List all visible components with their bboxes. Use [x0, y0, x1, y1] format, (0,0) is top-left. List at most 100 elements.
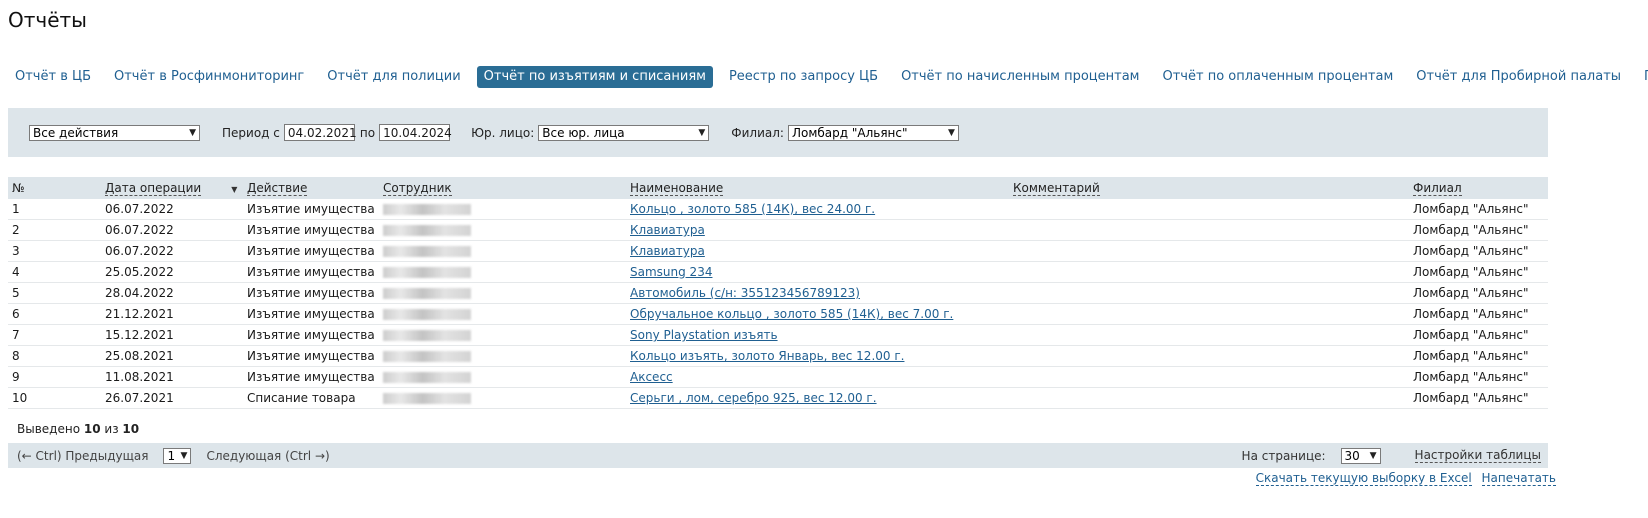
employee-name-redacted — [379, 345, 626, 367]
item-link[interactable]: Автомобиль (с/н: 355123456789123) — [630, 286, 860, 300]
per-page-select[interactable]: 30 ▼ — [1340, 447, 1381, 464]
operation-branch: Ломбард "Альянс" — [1409, 219, 1548, 241]
sort-desc-icon[interactable]: ▼ — [231, 185, 237, 194]
item-link[interactable]: Клавиатура — [630, 244, 705, 258]
entity-select[interactable]: Все юр. лица ▼ — [538, 124, 710, 141]
export-links: Скачать текущую выборку в Excel Напечата… — [1255, 471, 1556, 486]
item-link[interactable]: Кольцо изъять, золото Январь, вес 12.00 … — [630, 349, 904, 363]
tab-rosfinmonitoring-report[interactable]: Отчёт в Росфинмониторинг — [107, 66, 311, 88]
operation-comment — [1009, 303, 1409, 325]
row-number: 1 — [8, 199, 101, 220]
tab-giis-dmdk[interactable]: ГИИС ДМДК — [1637, 66, 1648, 88]
operation-branch: Ломбард "Альянс" — [1409, 282, 1548, 304]
tab-accrued-interest-report[interactable]: Отчёт по начисленным процентам — [894, 66, 1146, 88]
operation-branch: Ломбард "Альянс" — [1409, 261, 1548, 283]
operation-comment — [1009, 240, 1409, 262]
redacted-blur — [383, 351, 471, 362]
column-item-name-label[interactable]: Наименование — [630, 181, 724, 196]
download-excel-link[interactable]: Скачать текущую выборку в Excel — [1255, 471, 1472, 486]
tab-cb-request-registry[interactable]: Реестр по запросу ЦБ — [722, 66, 885, 88]
row-number: 9 — [8, 366, 101, 388]
period-label: Период с — [222, 125, 280, 140]
entity-select-value: Все юр. лица — [542, 125, 625, 140]
operation-comment — [1009, 324, 1409, 346]
action-select[interactable]: Все действия ▼ — [29, 124, 200, 141]
employee-name-redacted — [379, 240, 626, 262]
page-number-select[interactable]: 1 ▼ — [163, 447, 192, 464]
tab-seizures-writeoffs-report[interactable]: Отчёт по изъятиям и списаниям — [476, 66, 713, 88]
operation-comment — [1009, 282, 1409, 304]
chevron-down-icon: ▼ — [1369, 450, 1377, 461]
column-branch[interactable]: Филиал — [1409, 177, 1548, 199]
tab-cb-report[interactable]: Отчёт в ЦБ — [8, 66, 98, 88]
filter-panel: Все действия ▼ Период с 04.02.2021 по 10… — [8, 108, 1548, 157]
column-comment[interactable]: Комментарий — [1009, 177, 1409, 199]
column-action[interactable]: Действие — [243, 177, 379, 199]
results-total: 10 — [122, 422, 140, 436]
item-link[interactable]: Серьги , лом, серебро 925, вес 12.00 г. — [630, 391, 877, 405]
operation-branch: Ломбард "Альянс" — [1409, 345, 1548, 367]
date-from-field[interactable]: 04.02.2021 — [283, 124, 357, 141]
operation-action: Изъятие имущества — [243, 199, 379, 220]
operation-date: 06.07.2022 — [101, 219, 243, 241]
redacted-blur — [383, 372, 471, 383]
prev-page-button[interactable]: (← Ctrl) Предыдущая — [17, 449, 148, 463]
tab-police-report[interactable]: Отчёт для полиции — [320, 66, 467, 88]
redacted-blur — [383, 225, 471, 236]
item-link[interactable]: Кольцо , золото 585 (14К), вес 24.00 г. — [630, 202, 875, 216]
operation-branch: Ломбард "Альянс" — [1409, 366, 1548, 388]
operation-date: 21.12.2021 — [101, 303, 243, 325]
row-number: 7 — [8, 324, 101, 346]
employee-name-redacted — [379, 219, 626, 241]
redacted-blur — [383, 393, 471, 404]
row-number: 2 — [8, 219, 101, 241]
per-page-value: 30 — [1344, 448, 1360, 463]
item-link[interactable]: Samsung 234 — [630, 265, 712, 279]
operation-action: Изъятие имущества — [243, 324, 379, 346]
print-link[interactable]: Напечатать — [1481, 471, 1556, 486]
column-item-name[interactable]: Наименование — [626, 177, 1009, 199]
operation-comment — [1009, 387, 1409, 409]
item-name-cell: Кольцо , золото 585 (14К), вес 24.00 г. — [626, 199, 1009, 220]
results-shown: 10 — [83, 422, 101, 436]
item-link[interactable]: Аксесс — [630, 370, 673, 384]
table-row: 3 06.07.2022 Изъятие имущества Клавиатур… — [8, 240, 1548, 262]
operation-action: Списание товара — [243, 387, 379, 409]
column-employee[interactable]: Сотрудник — [379, 177, 626, 199]
operation-comment — [1009, 345, 1409, 367]
column-branch-label[interactable]: Филиал — [1413, 181, 1462, 196]
item-name-cell: Кольцо изъять, золото Январь, вес 12.00 … — [626, 345, 1009, 367]
item-link[interactable]: Клавиатура — [630, 223, 705, 237]
pagination-bar: (← Ctrl) Предыдущая 1 ▼ Следующая (Ctrl … — [8, 443, 1548, 468]
operation-date: 11.08.2021 — [101, 366, 243, 388]
item-name-cell: Серьги , лом, серебро 925, вес 12.00 г. — [626, 387, 1009, 409]
redacted-blur — [383, 330, 471, 341]
column-comment-label[interactable]: Комментарий — [1013, 181, 1100, 196]
column-employee-label[interactable]: Сотрудник — [383, 181, 452, 196]
reports-page: Отчёты Отчёт в ЦБ Отчёт в Росфинмонитори… — [0, 0, 1648, 518]
action-select-value: Все действия — [33, 125, 119, 140]
column-action-label[interactable]: Действие — [247, 181, 308, 196]
row-number: 8 — [8, 345, 101, 367]
chevron-down-icon: ▼ — [698, 127, 706, 138]
operation-branch: Ломбард "Альянс" — [1409, 303, 1548, 325]
table-row: 1 06.07.2022 Изъятие имущества Кольцо , … — [8, 199, 1548, 220]
table-row: 6 21.12.2021 Изъятие имущества Обручальн… — [8, 303, 1548, 325]
column-date-label[interactable]: Дата операции — [105, 181, 202, 196]
date-to-field[interactable]: 10.04.2024 — [379, 124, 452, 141]
operation-action: Изъятие имущества — [243, 366, 379, 388]
column-date[interactable]: Дата операции ▼ — [101, 177, 243, 199]
results-count: Выведено 10 из 10 — [17, 422, 139, 436]
tab-paid-interest-report[interactable]: Отчёт по оплаченным процентам — [1156, 66, 1401, 88]
redacted-blur — [383, 267, 471, 278]
item-link[interactable]: Sony Playstation изъять — [630, 328, 778, 342]
item-link[interactable]: Обручальное кольцо , золото 585 (14К), в… — [630, 307, 953, 321]
table-settings-link[interactable]: Настройки таблицы — [1414, 448, 1541, 463]
next-page-button[interactable]: Следующая (Ctrl →) — [206, 449, 329, 463]
tab-assay-chamber-report[interactable]: Отчёт для Пробирной палаты — [1409, 66, 1628, 88]
branch-select[interactable]: Ломбард "Альянс" ▼ — [787, 124, 959, 141]
report-tabs: Отчёт в ЦБ Отчёт в Росфинмониторинг Отчё… — [8, 66, 1648, 88]
results-of: из — [104, 422, 119, 436]
row-number: 3 — [8, 240, 101, 262]
employee-name-redacted — [379, 282, 626, 304]
